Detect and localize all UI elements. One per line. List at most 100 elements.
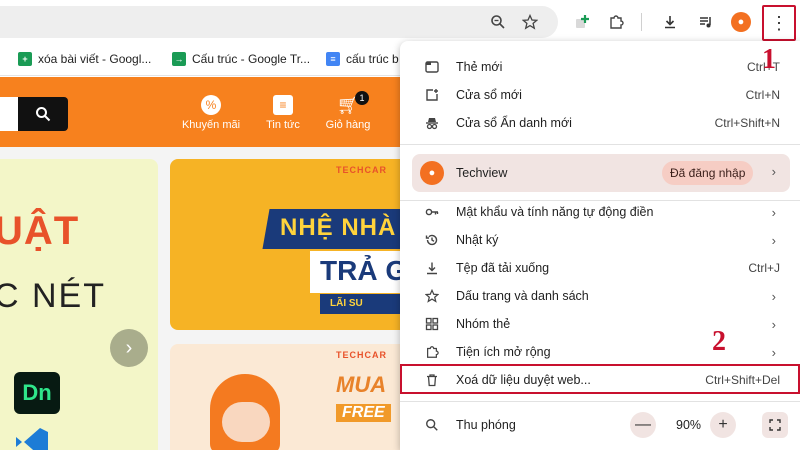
menu-item-passwords[interactable]: Mật khẩu và tính năng tự động điền › <box>400 198 800 226</box>
more-vert-icon[interactable]: ⋮ <box>762 5 796 41</box>
clear-data-row: Xoá dữ liệu duyệt web... Ctrl+Shift+Del <box>400 366 800 394</box>
bookmark-item[interactable]: + xóa bài viết - Googl... <box>18 52 151 66</box>
chevron-right-icon: › <box>771 232 776 248</box>
callout-number-2: 2 <box>712 326 726 357</box>
chrome-main-menu: Thẻ mới Ctrl+T Cửa sổ mới Ctrl+N Cửa sổ … <box>400 41 800 450</box>
menu-item-label: Tệp đã tải xuống <box>456 261 550 275</box>
trash-icon <box>424 372 440 388</box>
fullscreen-icon <box>769 419 781 431</box>
menu-item-label: Nhóm thẻ <box>456 317 511 331</box>
news-icon: ≡ <box>273 95 293 115</box>
menu-item-label: Xoá dữ liệu duyệt web... <box>456 373 591 387</box>
techcare-logo: TECHCAR <box>336 350 387 360</box>
menu-item-bookmarks[interactable]: Dấu trang và danh sách › <box>400 282 800 310</box>
bookmark-label: Cấu trúc - Google Tr... <box>192 52 311 66</box>
magnify-icon <box>424 417 440 433</box>
tab-groups-icon <box>424 316 440 332</box>
sheets-icon: + <box>18 52 32 66</box>
nav-label: Khuyến mãi <box>181 119 241 131</box>
chevron-right-icon: › <box>771 288 776 304</box>
menu-item-new-tab[interactable]: Thẻ mới Ctrl+T <box>400 53 800 81</box>
dimension-app-icon: Dn <box>14 372 60 414</box>
promo-banner-top[interactable]: TECHCAR NHỆ NHÀ TRẢ G LÃI SU <box>170 159 410 330</box>
menu-item-shortcut: Ctrl+N <box>745 88 780 102</box>
carousel-next-button[interactable]: › <box>110 329 148 367</box>
bookmark-label: xóa bài viết - Googl... <box>38 52 152 66</box>
bookmark-star-icon[interactable] <box>518 10 542 34</box>
mascot-face <box>222 402 270 442</box>
promo-banner-left[interactable]: UẬT C NÉT Dn › <box>0 159 158 450</box>
menu-divider <box>400 144 800 145</box>
search-icon <box>36 107 51 122</box>
download-icon[interactable] <box>658 10 682 34</box>
menu-item-label: Mật khẩu và tính năng tự động điền <box>456 205 654 219</box>
menu-item-tab-groups[interactable]: Nhóm thẻ › <box>400 310 800 338</box>
banner-subline: FREE <box>336 404 391 422</box>
menu-item-new-window[interactable]: Cửa sổ mới Ctrl+N <box>400 81 800 109</box>
zoom-out-button[interactable]: — <box>630 412 656 438</box>
chevron-right-icon: › <box>771 316 776 332</box>
nav-label: Giỏ hàng <box>325 119 371 131</box>
bookmark-item[interactable]: ≡ cấu trúc b <box>326 52 399 66</box>
banner-subline: TRẢ G <box>320 255 408 286</box>
menu-item-incognito[interactable]: Cửa sổ Ẩn danh mới Ctrl+Shift+N <box>400 109 800 137</box>
menu-item-label: Dấu trang và danh sách <box>456 289 589 303</box>
profile-icon[interactable]: ● <box>731 12 751 32</box>
sheets-green-icon: → <box>172 52 186 66</box>
banner-headline: NHỆ NHÀ <box>280 214 397 241</box>
banner-caption: LÃI SU <box>330 298 363 309</box>
banner-headline: UẬT <box>0 209 80 253</box>
vscode-app-icon <box>14 427 54 450</box>
bookmark-item[interactable]: → Cấu trúc - Google Tr... <box>172 52 310 66</box>
menu-item-label: Nhật ký <box>456 233 499 247</box>
bookmark-label: cấu trúc b <box>346 52 399 66</box>
menu-item-downloads[interactable]: Tệp đã tải xuống Ctrl+J <box>400 254 800 282</box>
menu-item-clear-browsing-data[interactable]: Xoá dữ liệu duyệt web... Ctrl+Shift+Del <box>400 364 800 394</box>
nav-news[interactable]: ≡ Tin tức <box>248 95 318 131</box>
puzzle-icon[interactable] <box>604 10 628 34</box>
menu-item-label: Thu phóng <box>456 418 516 432</box>
menu-item-history[interactable]: Nhật ký › <box>400 226 800 254</box>
profile-name: Techview <box>456 166 508 180</box>
media-icon[interactable] <box>694 10 718 34</box>
menu-profile-row[interactable]: ● Techview Đã đăng nhập › <box>412 154 790 192</box>
menu-item-shortcut: Ctrl+Shift+N <box>714 116 780 130</box>
new-tab-icon <box>424 59 440 75</box>
extension-add-icon[interactable] <box>570 10 594 34</box>
toolbar-separator <box>641 13 642 31</box>
banner-subline: C NÉT <box>0 277 106 315</box>
docs-icon: ≡ <box>326 52 340 66</box>
chevron-right-icon: › <box>771 344 776 360</box>
menu-item-label: Thẻ mới <box>456 60 503 74</box>
menu-item-shortcut: Ctrl+J <box>748 261 780 275</box>
key-icon <box>424 204 440 220</box>
zoom-in-button[interactable]: + <box>710 412 736 438</box>
star-icon <box>424 288 440 304</box>
browser-toolbar: ● ⋮ <box>0 0 800 44</box>
incognito-icon <box>424 115 440 131</box>
promo-banner-bottom[interactable]: TECHCAR MUA FREE <box>170 344 410 450</box>
cart-badge: 1 <box>355 91 369 105</box>
menu-item-label: Tiện ích mở rộng <box>456 345 551 359</box>
history-icon <box>424 232 440 248</box>
address-bar[interactable] <box>0 6 558 38</box>
nav-promotions[interactable]: % Khuyến mãi <box>176 95 246 131</box>
new-window-icon <box>424 87 440 103</box>
chevron-right-icon: › <box>771 204 776 220</box>
fullscreen-button[interactable] <box>762 412 788 438</box>
zoom-level: 90% <box>676 418 702 432</box>
zoom-icon[interactable] <box>486 10 510 34</box>
menu-item-label: Cửa sổ mới <box>456 88 522 102</box>
nav-cart[interactable]: 🛒︎ 1 Giỏ hàng <box>313 91 383 131</box>
download-icon <box>424 260 440 276</box>
banner-headline: MUA <box>336 372 387 397</box>
signed-in-badge: Đã đăng nhập <box>662 161 754 185</box>
site-search-button[interactable] <box>18 97 68 131</box>
zoom-label-row: Thu phóng <box>400 411 800 439</box>
menu-zoom-row: Thu phóng — 90% + <box>400 409 800 441</box>
techcare-logo: TECHCAR <box>336 165 387 175</box>
menu-item-extensions[interactable]: Tiện ích mở rộng › <box>400 338 800 366</box>
site-search-input[interactable] <box>0 97 18 131</box>
callout-number-1: 1 <box>762 44 776 75</box>
menu-item-shortcut: Ctrl+Shift+Del <box>705 373 780 387</box>
